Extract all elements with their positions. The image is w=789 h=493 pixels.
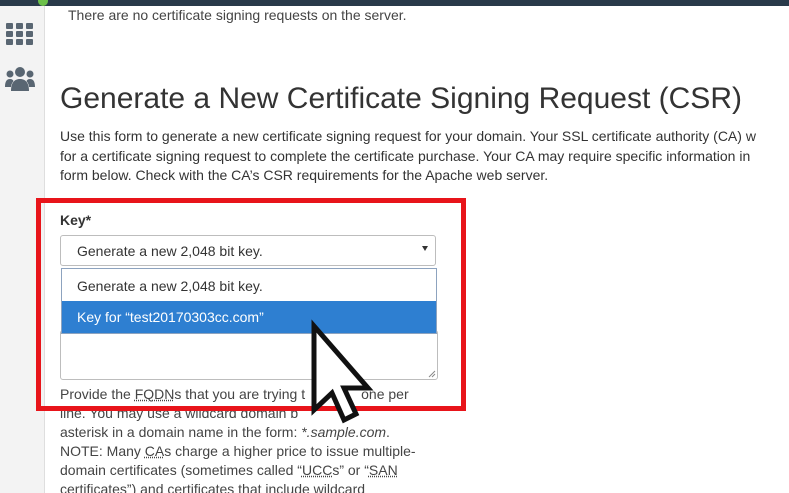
no-requests-notice: There are no certificate signing request… xyxy=(68,7,407,23)
help-text: domain certificates (sometimes called “ xyxy=(60,462,302,478)
cpanel-ssl-page: There are no certificate signing request… xyxy=(0,0,789,493)
ucc-abbr: UCC xyxy=(301,462,333,478)
main-content: There are no certificate signing request… xyxy=(60,0,789,493)
help-text: asterisk in a domain name in the form: xyxy=(60,424,302,440)
intro-line: form below. Check with the CA’s CSR requ… xyxy=(60,167,549,183)
help-text: . xyxy=(386,424,390,440)
key-option-existing[interactable]: Key for “test20170303cc.com” xyxy=(62,301,436,333)
chevron-down-icon xyxy=(422,246,428,251)
key-select-value: Generate a new 2,048 bit key. xyxy=(77,243,263,259)
fqdn-abbr: FQDN xyxy=(134,386,175,402)
help-text: line. You may use a wildcard domain b xyxy=(60,405,299,421)
help-text: s that you are trying t xyxy=(174,386,306,402)
key-select[interactable]: Generate a new 2,048 bit key. xyxy=(60,235,436,266)
key-label: Key* xyxy=(60,212,92,228)
help-text: s charge a higher price to issue multipl… xyxy=(164,443,416,459)
sidebar xyxy=(0,6,45,493)
help-text: NOTE: Many xyxy=(60,443,145,459)
resize-handle-icon[interactable] xyxy=(428,370,436,378)
page-title: Generate a New Certificate Signing Reque… xyxy=(60,82,742,115)
intro-text: Use this form to generate a new certific… xyxy=(60,127,789,186)
san-abbr: SAN xyxy=(368,462,398,478)
help-text: Provide the xyxy=(60,386,135,402)
mouse-pointer-icon xyxy=(304,318,374,433)
intro-line: Use this form to generate a new certific… xyxy=(60,128,756,144)
key-options-dropdown: Generate a new 2,048 bit key. Key for “t… xyxy=(61,268,437,334)
domains-help-text: Provide the FQDNs that you are trying to… xyxy=(60,385,440,493)
ca-abbr: CA xyxy=(144,443,165,459)
domains-textarea[interactable] xyxy=(60,330,438,380)
help-text: certificates”) and certificates that inc… xyxy=(60,481,366,493)
help-text: s” or “ xyxy=(332,462,369,478)
intro-line: for a certificate signing request to com… xyxy=(60,147,751,164)
key-option-generate[interactable]: Generate a new 2,048 bit key. xyxy=(62,269,436,301)
apps-grid-icon[interactable] xyxy=(4,18,36,50)
users-group-icon[interactable] xyxy=(4,62,36,94)
